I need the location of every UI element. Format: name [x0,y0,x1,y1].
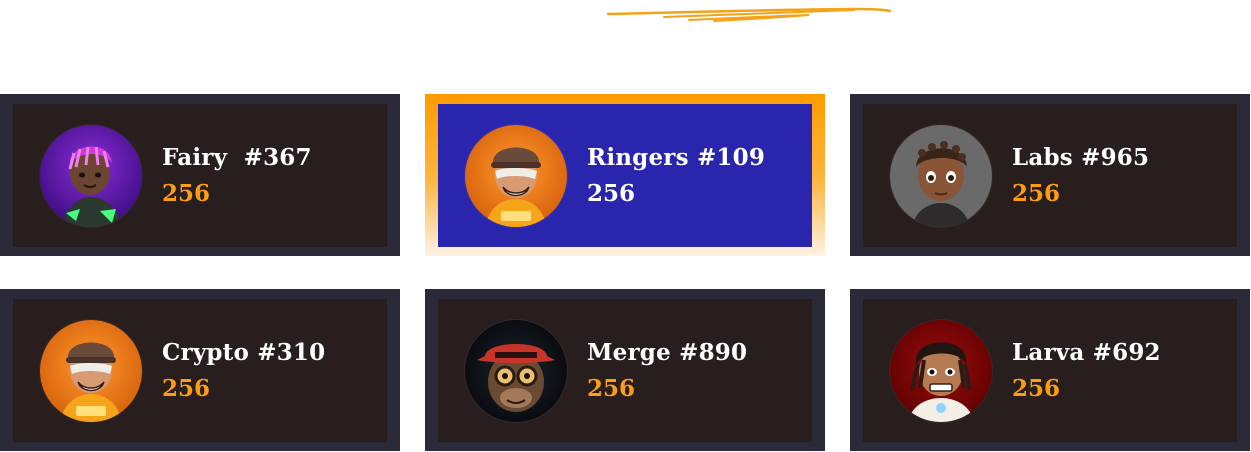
card-inner: Larva #692 256 [863,299,1237,442]
card-score: 256 [162,374,211,402]
card-title: Larva #692 [1012,338,1161,366]
card-title: Labs #965 [1012,143,1150,171]
card-inner: Ringers #109 256 [438,104,812,247]
card-score: 256 [162,179,211,207]
card-score: 256 [1012,374,1061,402]
card-inner: Crypto #310 256 [13,299,387,442]
card-title: Fairy #367 [162,143,312,171]
collection-card[interactable]: Fairy #367 256 [0,94,400,256]
collection-card[interactable]: Larva #692 256 [850,289,1250,451]
collection-card[interactable]: Crypto #310 256 [0,289,400,451]
card-title: Ringers #109 [587,143,766,171]
collection-card[interactable]: Merge #890 256 [425,289,825,451]
crypto-avatar [40,319,142,422]
card-score: 256 [587,179,636,207]
card-inner: Merge #890 256 [438,299,812,442]
collection-card-featured[interactable]: Ringers #109 256 [425,94,825,256]
card-inner: Fairy #367 256 [13,104,387,247]
card-title: Merge #890 [587,338,748,366]
collection-card[interactable]: Labs #965 256 [850,94,1250,256]
collection-grid: Fairy #367 256 Ringers #109 256 Labs #96… [0,94,1251,452]
card-score: 256 [587,374,636,402]
labs-avatar [890,124,992,227]
card-score: 256 [1012,179,1061,207]
ringers-avatar [465,124,567,227]
card-inner: Labs #965 256 [863,104,1237,247]
decorative-underline [606,7,892,22]
merge-avatar [465,319,567,422]
larva-avatar [890,319,992,422]
card-title: Crypto #310 [162,338,326,366]
fairy-avatar [40,124,142,227]
